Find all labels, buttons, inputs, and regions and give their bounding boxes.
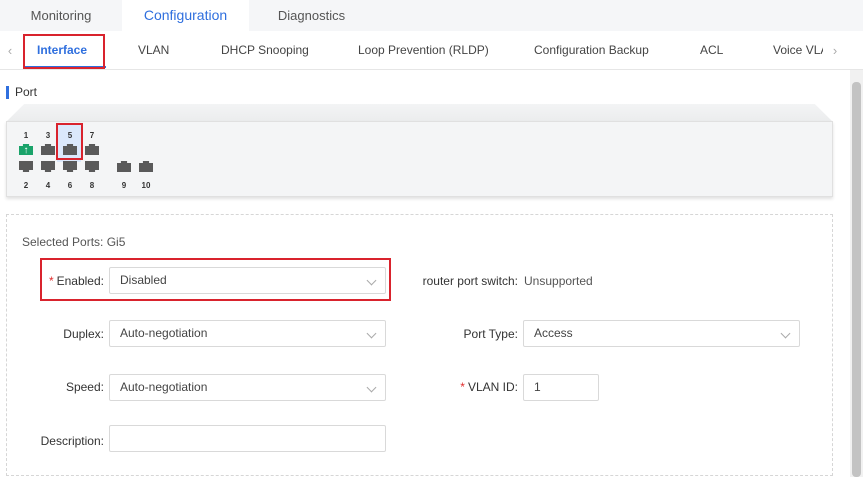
sub-tab-bar: ‹ Interface VLAN DHCP Snooping Loop Prev… xyxy=(0,31,863,70)
router-port-switch-value: Unsupported xyxy=(524,274,593,288)
speed-select[interactable]: Auto-negotiation xyxy=(109,374,386,401)
highlight-box-enabled xyxy=(40,258,391,301)
speed-label-text: Speed xyxy=(65,380,101,394)
sub-tab-voice-vlan[interactable]: Voice VLAN xyxy=(773,31,823,70)
section-title: Port xyxy=(15,85,38,99)
selected-ports-text: Selected Ports: Gi5 xyxy=(22,235,126,249)
scroll-left-icon[interactable]: ‹ xyxy=(4,31,16,70)
highlight-box-interface xyxy=(23,34,105,69)
switch-panel-top xyxy=(6,104,833,122)
label-colon: : xyxy=(514,274,518,288)
router-port-switch-label-text: router port switch xyxy=(422,274,515,288)
label-colon: : xyxy=(100,380,104,394)
port-number: 1 xyxy=(23,131,29,140)
highlight-box-port-5 xyxy=(56,123,83,160)
vlan-id-label: * VLAN ID: xyxy=(410,380,518,394)
required-mark: * xyxy=(460,380,465,394)
port-type-select-value: Access xyxy=(534,326,573,340)
duplex-label-text: Duplex xyxy=(63,327,101,341)
port-type-label: Port Type: xyxy=(410,327,518,341)
vlan-id-input-value: 1 xyxy=(534,380,541,394)
speed-select-value: Auto-negotiation xyxy=(120,380,208,394)
vlan-id-input[interactable]: 1 xyxy=(523,374,599,401)
chevron-down-icon xyxy=(366,382,377,393)
port-number: 4 xyxy=(45,181,51,190)
label-colon: : xyxy=(514,327,518,341)
sub-tab-dhcp-snooping[interactable]: DHCP Snooping xyxy=(221,31,309,70)
chevron-down-icon xyxy=(780,328,791,339)
description-input[interactable] xyxy=(109,425,386,452)
tab-diagnostics[interactable]: Diagnostics xyxy=(249,0,374,31)
description-label-text: Description xyxy=(40,434,101,448)
section-marker xyxy=(6,86,9,99)
port-number: 3 xyxy=(45,131,51,140)
scrollbar-thumb[interactable] xyxy=(852,82,861,477)
tab-configuration[interactable]: Configuration xyxy=(122,0,249,31)
label-colon: : xyxy=(514,380,518,394)
port-number: 6 xyxy=(67,181,73,190)
port-up-arrow-icon: ↑ xyxy=(23,145,29,156)
port-number: 10 xyxy=(141,181,151,190)
sub-tab-acl[interactable]: ACL xyxy=(700,31,723,70)
router-port-switch-label: router port switch: xyxy=(410,274,518,288)
description-label: Description: xyxy=(30,434,104,448)
top-tab-bar: Monitoring Configuration Diagnostics xyxy=(0,0,863,31)
label-colon: : xyxy=(100,434,104,448)
label-colon: : xyxy=(100,327,104,341)
sub-tab-configuration-backup[interactable]: Configuration Backup xyxy=(534,31,649,70)
vlan-id-label-text: VLAN ID xyxy=(467,380,515,394)
duplex-select[interactable]: Auto-negotiation xyxy=(109,320,386,347)
port-number: 9 xyxy=(121,181,127,190)
speed-label: Speed: xyxy=(30,380,104,394)
port-number: 7 xyxy=(89,131,95,140)
port-number: 8 xyxy=(89,181,95,190)
chevron-down-icon xyxy=(366,328,377,339)
port-number: 2 xyxy=(23,181,29,190)
duplex-label: Duplex: xyxy=(30,327,104,341)
tab-monitoring[interactable]: Monitoring xyxy=(0,0,122,31)
port-type-label-text: Port Type xyxy=(463,327,515,341)
scroll-right-icon[interactable]: › xyxy=(829,31,841,70)
duplex-select-value: Auto-negotiation xyxy=(120,326,208,340)
port-type-select[interactable]: Access xyxy=(523,320,800,347)
sub-tab-loop-prevention[interactable]: Loop Prevention (RLDP) xyxy=(358,31,489,70)
sub-tab-vlan[interactable]: VLAN xyxy=(138,31,169,70)
